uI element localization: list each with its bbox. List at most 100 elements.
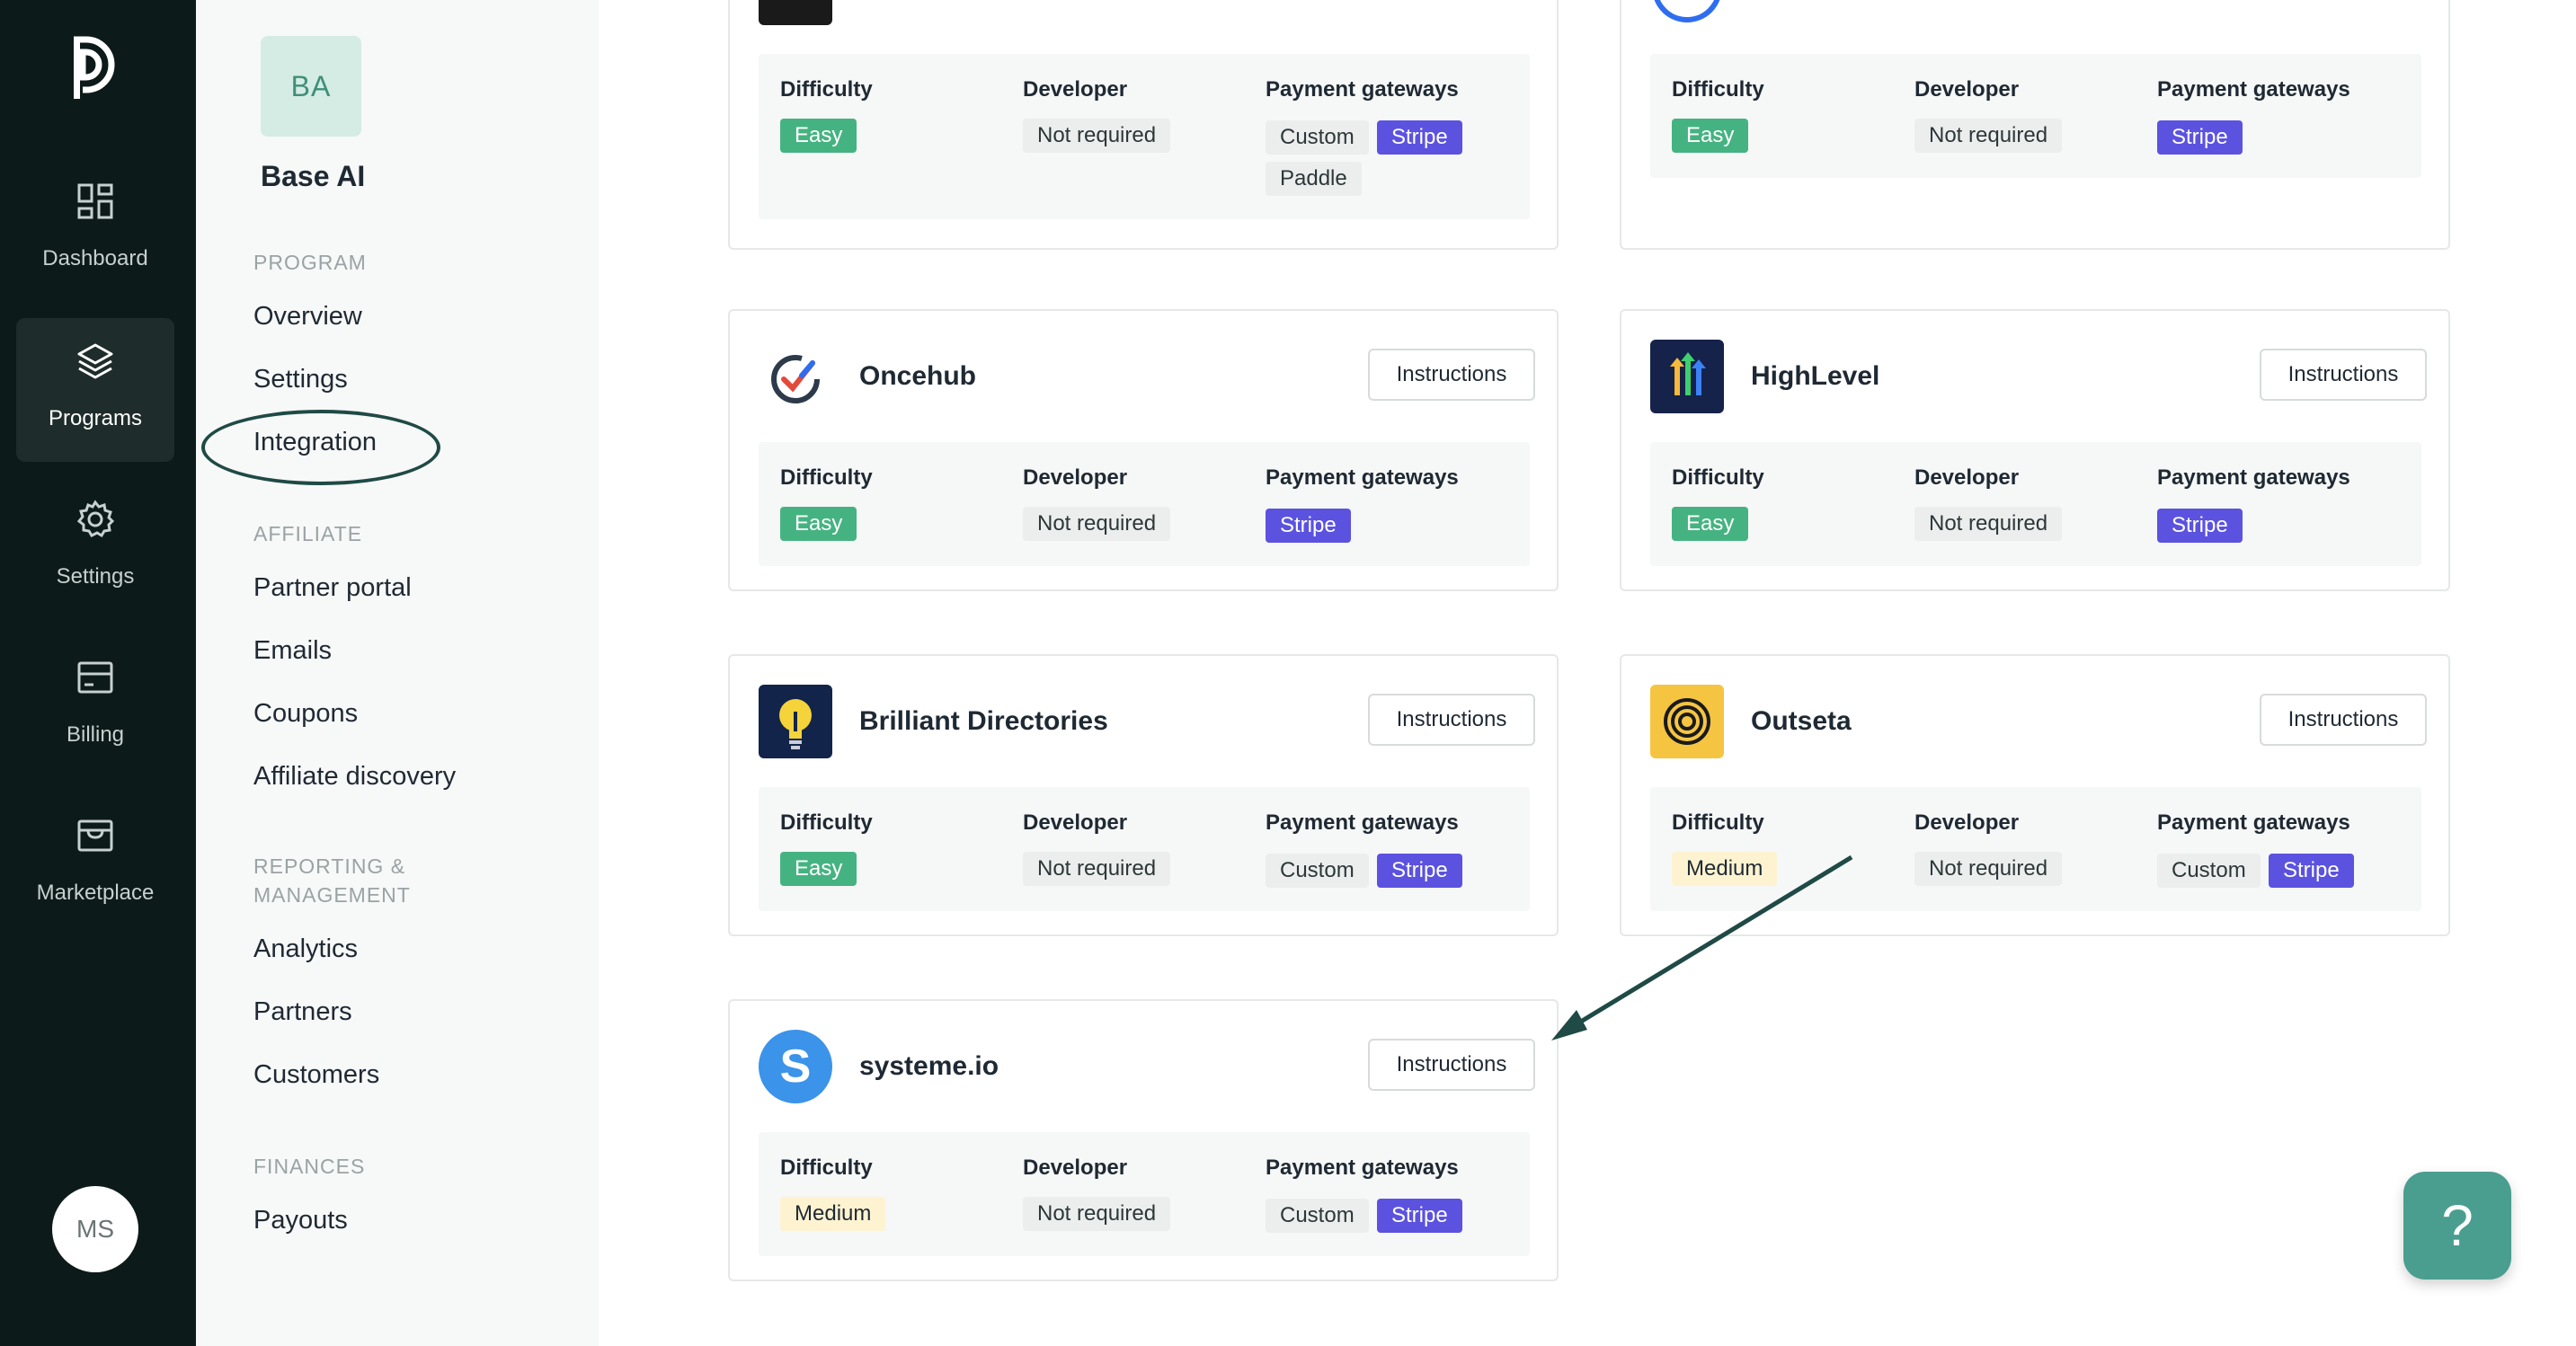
layers-icon	[77, 343, 113, 379]
integration-card-outseta: Outseta Instructions Difficulty Develope…	[1620, 654, 2450, 936]
integration-logo-icon	[759, 0, 832, 25]
gateways-label: Payment gateways	[1266, 77, 1459, 102]
difficulty-label: Difficulty	[1672, 810, 1764, 835]
rail-item-billing[interactable]: Billing	[16, 634, 174, 778]
nav-link-coupons[interactable]: Coupons	[253, 699, 358, 729]
card-attributes: Difficulty Developer Payment gateways Ea…	[1650, 442, 2421, 566]
app-logo-icon[interactable]	[68, 34, 122, 104]
gateway-badge-custom: Custom	[1266, 1199, 1369, 1233]
card-attributes: Difficulty Developer Payment gateways Ea…	[1650, 54, 2421, 178]
difficulty-badge: Easy	[1672, 119, 1749, 153]
nav-link-affiliate-discovery[interactable]: Affiliate discovery	[253, 762, 456, 792]
gateways-label: Payment gateways	[1266, 810, 1459, 835]
difficulty-label: Difficulty	[780, 810, 873, 835]
rail-item-label: Programs	[48, 406, 143, 430]
instructions-button[interactable]: Instructions	[1368, 349, 1535, 401]
difficulty-badge: Medium	[780, 1197, 886, 1231]
developer-label: Developer	[1914, 77, 2020, 102]
integration-card-oncehub: Oncehub Instructions Difficulty Develope…	[728, 309, 1559, 591]
highlevel-logo-icon	[1650, 340, 1724, 413]
integration-name: systeme.io	[859, 1051, 999, 1081]
rail-item-settings[interactable]: Settings	[16, 476, 174, 620]
developer-label: Developer	[1023, 1156, 1128, 1180]
user-avatar[interactable]: MS	[52, 1186, 138, 1272]
developer-label: Developer	[1023, 77, 1128, 102]
gateways-label: Payment gateways	[1266, 1156, 1459, 1180]
instructions-button[interactable]: Instructions	[2260, 349, 2427, 401]
rail-item-label: Marketplace	[36, 881, 155, 905]
nav-link-partner-portal[interactable]: Partner portal	[253, 573, 412, 603]
store-icon	[77, 819, 113, 852]
company-name: Base AI	[261, 160, 366, 192]
gateway-badge-stripe: Stripe	[2157, 509, 2243, 543]
integration-logo-icon	[1654, 0, 1720, 22]
gateways-label: Payment gateways	[1266, 465, 1459, 490]
integration-name: HighLevel	[1751, 361, 1880, 391]
rail-item-programs[interactable]: Programs	[16, 318, 174, 462]
integration-card: Instructions Difficulty Developer Paymen…	[1620, 0, 2450, 250]
nav-link-payouts[interactable]: Payouts	[253, 1206, 348, 1235]
difficulty-badge: Easy	[780, 852, 857, 886]
difficulty-label: Difficulty	[1672, 77, 1764, 102]
developer-badge: Not required	[1914, 119, 2063, 153]
instructions-button[interactable]: Instructions	[1368, 1039, 1535, 1091]
difficulty-badge: Easy	[780, 507, 857, 541]
instructions-button[interactable]: Instructions	[1368, 694, 1535, 746]
difficulty-label: Difficulty	[780, 465, 873, 490]
card-attributes: Difficulty Developer Payment gateways Ea…	[759, 787, 1530, 911]
section-heading-affiliate: AFFILIATE	[253, 522, 363, 545]
nav-link-settings[interactable]: Settings	[253, 365, 348, 394]
rail-item-label: Billing	[66, 722, 125, 747]
integration-card-brilliant-directories: Brilliant Directories Instructions Diffi…	[728, 654, 1559, 936]
section-heading-reporting: REPORTING & MANAGEMENT	[253, 855, 411, 907]
gateway-badge-stripe: Stripe	[1266, 509, 1351, 543]
gateways-label: Payment gateways	[2157, 465, 2350, 490]
card-attributes: Difficulty Developer Payment gateways Me…	[1650, 787, 2421, 911]
card-attributes: Difficulty Developer Payment gateways Ea…	[759, 54, 1530, 219]
difficulty-badge: Easy	[1672, 507, 1749, 541]
gateway-badge-stripe: Stripe	[1377, 120, 1462, 155]
gateway-badge-custom: Custom	[1266, 120, 1369, 155]
instructions-button[interactable]: Instructions	[2260, 694, 2427, 746]
nav-link-emails[interactable]: Emails	[253, 636, 332, 666]
nav-link-analytics[interactable]: Analytics	[253, 934, 358, 964]
systeme-logo-icon: S	[759, 1030, 832, 1103]
developer-label: Developer	[1023, 810, 1128, 835]
developer-badge: Not required	[1914, 507, 2063, 541]
card-attributes: Difficulty Developer Payment gateways Me…	[759, 1132, 1530, 1256]
gateway-badge-stripe: Stripe	[1377, 1199, 1462, 1233]
integration-card-systeme-io: S systeme.io Instructions Difficulty Dev…	[728, 999, 1559, 1281]
annotation-circle	[201, 410, 440, 485]
secondary-sidebar: BA Base AI PROGRAM Overview Settings Int…	[196, 0, 599, 1346]
nav-link-customers[interactable]: Customers	[253, 1060, 379, 1090]
rail-item-dashboard[interactable]: Dashboard	[16, 158, 174, 302]
svg-text:S: S	[780, 1040, 812, 1093]
developer-badge: Not required	[1023, 507, 1171, 541]
rail-item-label: Dashboard	[42, 246, 148, 270]
nav-link-partners[interactable]: Partners	[253, 997, 352, 1027]
company-avatar: BA	[261, 36, 361, 137]
rail-item-label: Settings	[56, 564, 135, 589]
developer-badge: Not required	[1914, 852, 2063, 886]
gateway-badge-stripe: Stripe	[1377, 854, 1462, 888]
gateway-badge-custom: Custom	[2157, 854, 2261, 888]
integration-card: Instructions Difficulty Developer Paymen…	[728, 0, 1559, 250]
developer-badge: Not required	[1023, 119, 1171, 153]
oncehub-logo-icon	[771, 355, 820, 403]
integration-name: Oncehub	[859, 361, 977, 391]
developer-label: Developer	[1914, 465, 2020, 490]
developer-label: Developer	[1914, 810, 2020, 835]
gateway-badge-stripe: Stripe	[2157, 120, 2243, 155]
developer-badge: Not required	[1023, 1197, 1171, 1231]
difficulty-badge: Medium	[1672, 852, 1778, 886]
rail-item-marketplace[interactable]: Marketplace	[16, 793, 174, 936]
integration-name: Outseta	[1751, 706, 1852, 736]
nav-link-overview[interactable]: Overview	[253, 302, 362, 332]
section-heading-finances: FINANCES	[253, 1155, 366, 1178]
billing-icon	[77, 661, 113, 694]
card-attributes: Difficulty Developer Payment gateways Ea…	[759, 442, 1530, 566]
outseta-logo-icon	[1650, 685, 1724, 758]
developer-badge: Not required	[1023, 852, 1171, 886]
help-button[interactable]: ?	[2403, 1172, 2511, 1280]
difficulty-badge: Easy	[780, 119, 857, 153]
